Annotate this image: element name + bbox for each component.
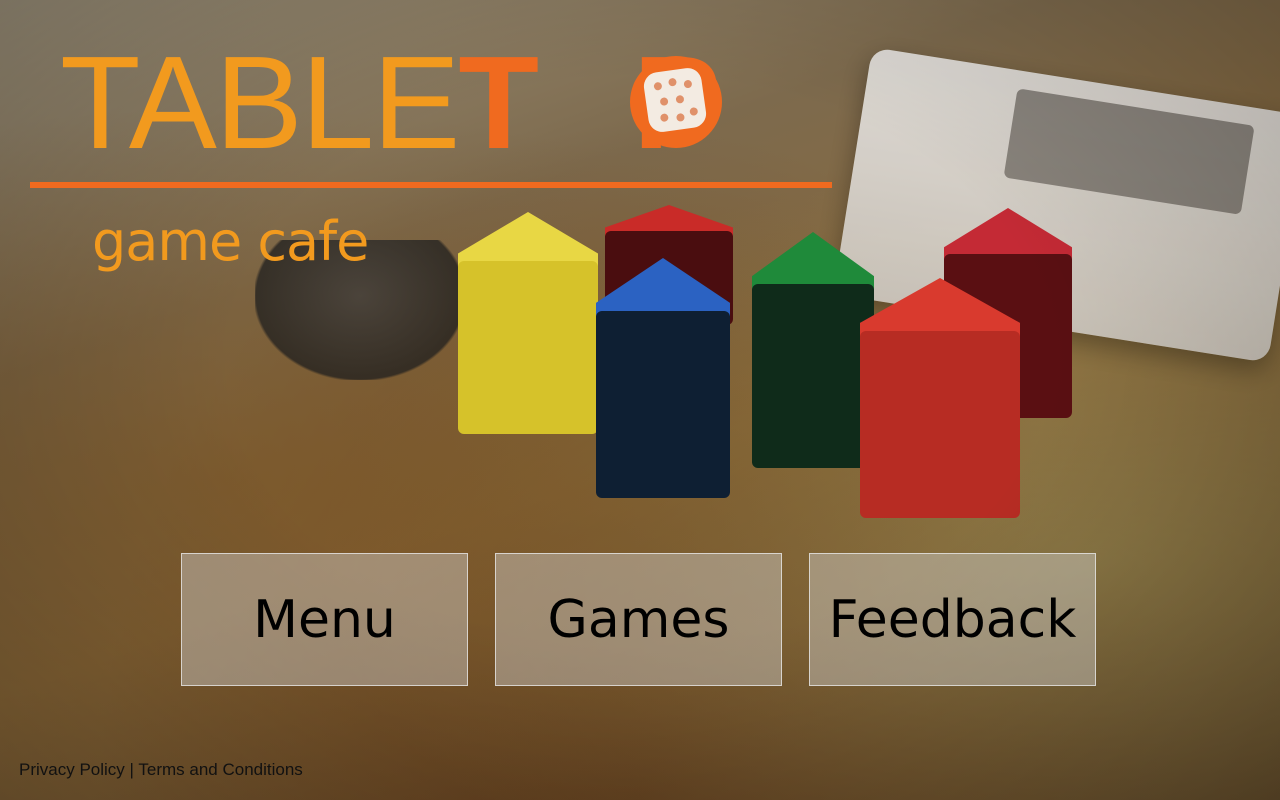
logo-wordmark: TABLETP <box>60 28 721 178</box>
privacy-policy-link[interactable]: Privacy Policy <box>19 760 125 779</box>
footer-separator: | <box>124 760 139 779</box>
terms-link[interactable]: Terms and Conditions <box>138 760 302 779</box>
dice-icon <box>630 56 722 148</box>
games-button[interactable]: Games <box>495 553 782 686</box>
menu-button[interactable]: Menu <box>181 553 468 686</box>
footer-links: Privacy Policy | Terms and Conditions <box>19 760 303 780</box>
logo-word-top-t: T <box>458 29 539 176</box>
logo-word-table: TABLE <box>60 29 460 176</box>
main-nav: Menu Games Feedback <box>181 553 1099 689</box>
logo-divider <box>30 182 832 188</box>
feedback-button[interactable]: Feedback <box>809 553 1096 686</box>
brand-logo: TABLETP game cafe <box>30 22 840 302</box>
logo-tagline: game cafe <box>92 210 369 273</box>
